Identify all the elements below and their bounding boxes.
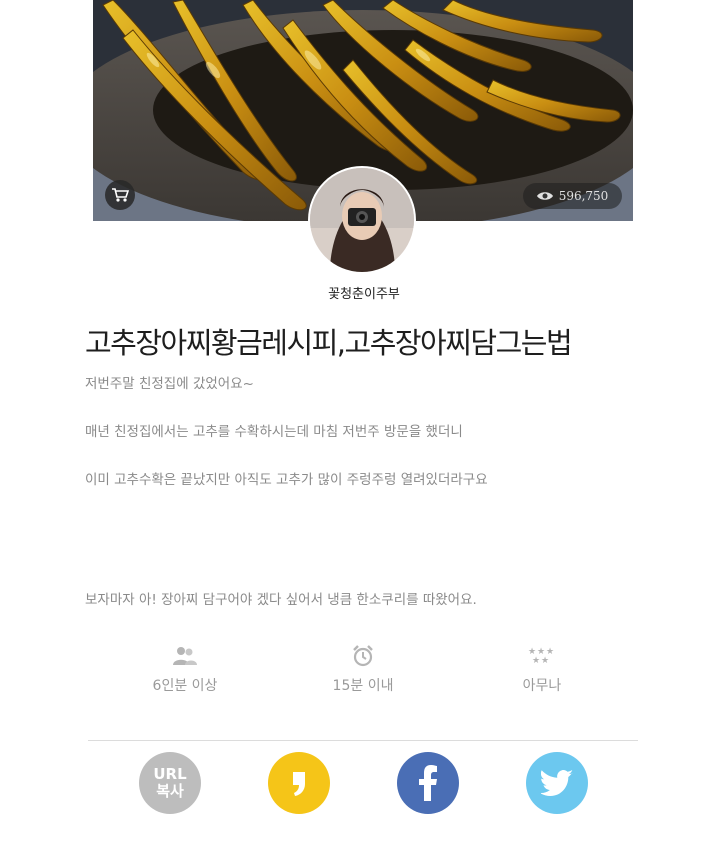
author-avatar[interactable]	[310, 168, 414, 272]
author-name[interactable]: 꽃청춘이주부	[0, 283, 728, 302]
servings-info: 6인분 이상	[125, 643, 245, 695]
time-label: 15분 이내	[332, 678, 394, 694]
facebook-share-button[interactable]	[397, 752, 459, 814]
facebook-icon	[419, 765, 437, 801]
difficulty-info: ★ ★ ★ ★ ★ 아무나	[482, 643, 602, 695]
eye-icon	[536, 192, 553, 200]
people-icon	[173, 647, 197, 665]
stars-icon: ★ ★ ★ ★ ★	[528, 647, 554, 666]
copy-url-label-line2: 복사	[156, 782, 184, 800]
intro-paragraph: 저번주말 친정집에 갔었어요~	[85, 376, 254, 392]
intro-paragraph: 이미 고추수확은 끝났지만 아직도 고추가 많이 주렁주렁 열려있더라구요	[85, 472, 488, 488]
svg-text:★: ★	[541, 656, 549, 666]
alarm-clock-icon	[353, 645, 373, 667]
intro-paragraph: 보자마자 아! 장아찌 담구어야 겠다 싶어서 냉큼 한소쿠리를 따왔어요.	[85, 592, 477, 608]
copy-url-label-line1: URL	[153, 765, 187, 783]
twitter-icon	[541, 770, 573, 796]
divider	[88, 740, 638, 741]
twitter-share-button[interactable]	[526, 752, 588, 814]
time-info: 15분 이내	[303, 643, 423, 695]
difficulty-label: 아무나	[522, 678, 562, 694]
view-count-badge: 596,750	[523, 183, 622, 209]
kakao-share-button[interactable]	[268, 752, 330, 814]
svg-text:★: ★	[532, 656, 540, 666]
kakao-icon	[293, 772, 305, 796]
copy-url-button[interactable]: URL 복사	[139, 752, 201, 814]
view-count: 596,750	[558, 189, 609, 203]
cart-icon	[112, 188, 129, 202]
intro-paragraph: 매년 친정집에서는 고추를 수확하시는데 마침 저번주 방문을 했더니	[85, 424, 463, 440]
recipe-title: 고추장아찌황금레시피,고추장아찌담그는법	[85, 326, 573, 360]
cart-button[interactable]	[105, 180, 135, 210]
servings-label: 6인분 이상	[152, 678, 218, 694]
